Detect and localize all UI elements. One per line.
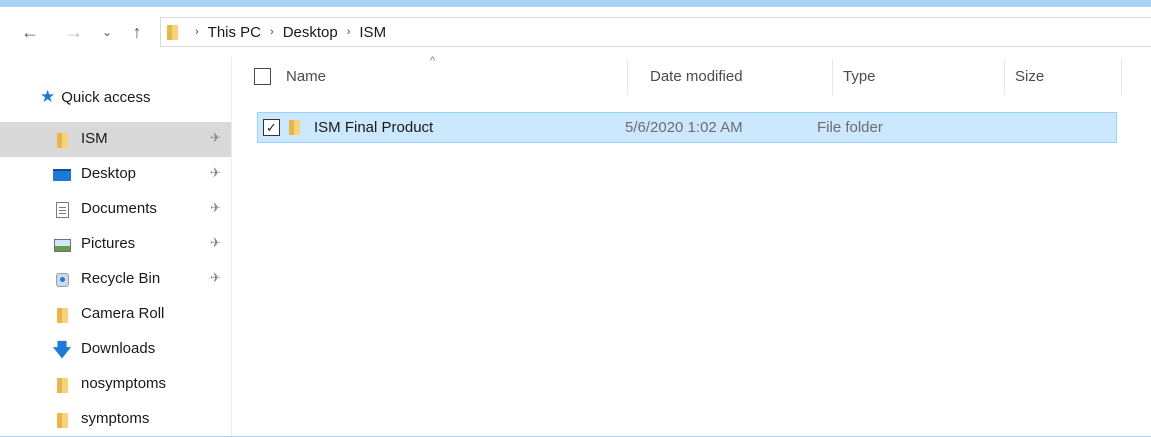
column-divider[interactable] — [627, 59, 628, 95]
sidebar-item-label: Recycle Bin — [81, 270, 161, 287]
select-all-checkbox[interactable] — [254, 68, 271, 85]
sidebar-item-label: Documents — [81, 200, 157, 217]
folder-icon — [56, 377, 68, 394]
sidebar-item-label: ISM — [81, 130, 108, 147]
pictures-icon — [53, 238, 71, 252]
file-row-ism-final-product[interactable]: ✓ ISM Final Product 5/6/2020 1:02 AM Fil… — [257, 112, 1117, 143]
sidebar-item-label: Downloads — [81, 340, 156, 357]
folder-icon — [56, 412, 68, 429]
pin-icon[interactable]: ✈ — [210, 130, 221, 146]
column-divider[interactable] — [832, 59, 833, 95]
breadcrumb-ism[interactable]: ISM — [359, 24, 386, 41]
sidebar-item-label: symptoms — [81, 410, 150, 427]
breadcrumb-desktop[interactable]: Desktop — [283, 24, 338, 41]
sidebar-item-label: Pictures — [81, 235, 136, 252]
sidebar-item-label: nosymptoms — [81, 375, 167, 392]
forward-button[interactable]: → — [62, 18, 86, 46]
column-header-size[interactable]: Size — [1015, 68, 1044, 85]
pin-icon[interactable]: ✈ — [210, 235, 221, 251]
navigation-bar: ← → ⌄ ↑ › This PC › Desktop › ISM — [0, 7, 1151, 57]
check-icon: ✓ — [266, 120, 277, 135]
back-button[interactable]: ← — [18, 18, 42, 46]
column-divider[interactable] — [1121, 59, 1122, 95]
sidebar-item-desktop[interactable]: Desktop ✈ — [0, 157, 231, 192]
arrow-left-icon: ← — [21, 21, 39, 42]
file-type: File folder — [817, 119, 883, 136]
row-checkbox[interactable]: ✓ — [263, 119, 280, 136]
file-date-modified: 5/6/2020 1:02 AM — [625, 119, 743, 136]
quick-access[interactable]: ★ Quick access — [40, 87, 150, 107]
sidebar-item-documents[interactable]: Documents ✈ — [0, 192, 231, 227]
sidebar-item-label: Camera Roll — [81, 305, 165, 322]
pin-icon[interactable]: ✈ — [210, 165, 221, 181]
file-list: ^ Name Date modified Type Size ✓ ISM Fin… — [232, 55, 1151, 436]
folder-icon — [167, 24, 178, 41]
documents-icon — [55, 202, 69, 218]
desktop-icon — [53, 169, 71, 181]
column-header-name[interactable]: Name — [286, 68, 326, 85]
pin-icon[interactable]: ✈ — [210, 200, 221, 216]
recycle-bin-icon — [55, 273, 69, 287]
breadcrumb-separator[interactable]: › — [270, 26, 274, 38]
sidebar-item-downloads[interactable]: 🡇 Downloads — [0, 332, 231, 367]
folder-icon — [289, 119, 300, 136]
up-button[interactable]: ↑ — [126, 18, 148, 46]
folder-icon — [56, 307, 68, 324]
pin-icon[interactable]: ✈ — [210, 270, 221, 286]
sidebar-item-nosymptoms[interactable]: nosymptoms — [0, 367, 231, 402]
column-header-type[interactable]: Type — [843, 68, 876, 85]
quick-access-label: Quick access — [61, 88, 151, 106]
sidebar-item-ism[interactable]: ISM ✈ — [0, 122, 231, 157]
arrow-up-icon: ↑ — [132, 21, 142, 42]
address-bar[interactable]: › This PC › Desktop › ISM — [160, 17, 1151, 47]
sidebar-item-symptoms[interactable]: symptoms — [0, 402, 231, 437]
folder-icon — [56, 132, 68, 149]
download-icon: 🡇 — [52, 340, 72, 360]
sidebar-item-label: Desktop — [81, 165, 137, 182]
sort-ascending-icon: ^ — [430, 55, 436, 67]
sidebar-item-camera-roll[interactable]: Camera Roll — [0, 297, 231, 332]
file-explorer-window: ← → ⌄ ↑ › This PC › Desktop › ISM ★ Quic… — [0, 7, 1151, 436]
column-header-row: ^ Name Date modified Type Size — [232, 55, 1151, 95]
recent-locations-button[interactable]: ⌄ — [98, 18, 116, 46]
arrow-right-icon: → — [65, 21, 83, 42]
column-divider[interactable] — [1004, 59, 1005, 95]
column-header-date-modified[interactable]: Date modified — [650, 68, 743, 85]
breadcrumb-this-pc[interactable]: This PC — [208, 24, 261, 41]
file-name: ISM Final Product — [314, 119, 434, 136]
breadcrumb-separator[interactable]: › — [347, 26, 351, 38]
sidebar-item-recycle-bin[interactable]: Recycle Bin ✈ — [0, 262, 231, 297]
chevron-down-icon: ⌄ — [101, 25, 113, 39]
star-icon: ★ — [40, 87, 56, 106]
navigation-pane: ★ Quick access ISM ✈ Desktop ✈ Documents… — [0, 57, 232, 436]
breadcrumb-separator[interactable]: › — [195, 26, 199, 38]
sidebar-item-pictures[interactable]: Pictures ✈ — [0, 227, 231, 262]
